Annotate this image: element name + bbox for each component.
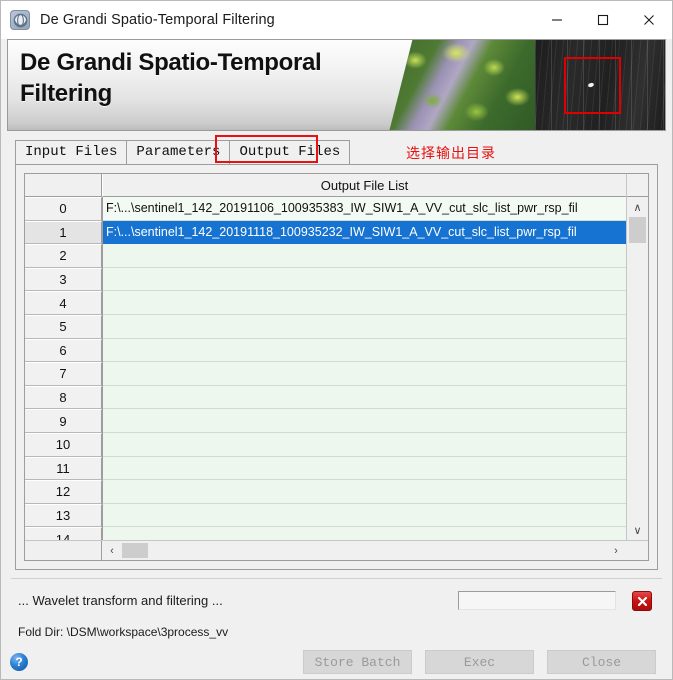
application-window: De Grandi Spatio-Temporal Filtering De G… [0, 0, 673, 680]
output-files-panel: 0 1 2 3 4 5 6 7 8 9 10 11 12 13 14 [15, 164, 658, 570]
table-row[interactable] [103, 338, 626, 363]
scroll-up-icon[interactable]: ∧ [627, 197, 648, 217]
horizontal-scrollbar[interactable]: ‹ › [102, 541, 626, 560]
scrollbar-header-spacer [627, 174, 648, 197]
table-row[interactable] [103, 244, 626, 268]
output-file-table: 0 1 2 3 4 5 6 7 8 9 10 11 12 13 14 [24, 173, 649, 561]
row-number-cell[interactable]: 2 [25, 244, 102, 268]
store-batch-button[interactable]: Store Batch [303, 650, 412, 674]
vertical-scroll-thumb[interactable] [629, 217, 646, 243]
row-number-cell[interactable]: 8 [25, 385, 102, 410]
sar-intensity-thumbnail [535, 40, 665, 130]
fold-dir-label: Fold Dir: \DSM\workspace\3process_vv [18, 625, 229, 639]
footer-button-row: Store Batch Exec Close [303, 650, 656, 674]
vertical-scroll-track[interactable] [627, 217, 648, 520]
table-row[interactable] [103, 432, 626, 457]
status-message: ... Wavelet transform and filtering ... [18, 593, 223, 608]
scroll-down-icon[interactable]: ∨ [627, 520, 648, 540]
table-row[interactable] [103, 503, 626, 528]
row-number-cell[interactable]: 12 [25, 480, 102, 504]
cancel-icon[interactable] [632, 591, 652, 611]
tab-parameters[interactable]: Parameters [126, 140, 231, 164]
horizontal-scrollbar-row: ‹ › [25, 540, 648, 560]
scrollbar-corner [626, 541, 648, 560]
row-number-cell[interactable]: 9 [25, 409, 102, 433]
row-number-column: 0 1 2 3 4 5 6 7 8 9 10 11 12 13 14 [25, 174, 102, 551]
horizontal-scrollbar-spacer [25, 541, 102, 560]
progress-field [458, 591, 616, 610]
table-row[interactable] [103, 362, 626, 386]
window-controls [534, 1, 672, 39]
banner-images [389, 40, 665, 130]
horizontal-scroll-thumb[interactable] [122, 543, 148, 558]
close-dialog-button[interactable]: Close [547, 650, 656, 674]
row-number-cell[interactable]: 13 [25, 503, 102, 528]
close-button[interactable] [626, 1, 672, 39]
row-number-cell[interactable]: 3 [25, 267, 102, 292]
table-row[interactable]: F:\...\sentinel1_142_20191118_100935232_… [103, 220, 626, 245]
globe-icon [10, 10, 30, 30]
table-row[interactable] [103, 480, 626, 504]
table-row[interactable] [103, 456, 626, 481]
table-row[interactable] [103, 291, 626, 315]
row-number-cell[interactable]: 7 [25, 362, 102, 386]
title-bar: De Grandi Spatio-Temporal Filtering [1, 1, 672, 39]
row-number-cell[interactable]: 0 [25, 197, 102, 221]
tab-input-files-label: Input Files [25, 144, 118, 160]
file-list-rows: F:\...\sentinel1_142_20191106_100935383_… [102, 197, 626, 540]
table-row[interactable] [103, 527, 626, 540]
row-number-cell[interactable]: 5 [25, 314, 102, 339]
window-title: De Grandi Spatio-Temporal Filtering [40, 12, 275, 28]
file-list-column: Output File List F:\...\sentinel1_142_20… [102, 174, 626, 540]
tab-parameters-label: Parameters [136, 144, 221, 160]
tab-strip: Input Files Parameters Output Files 选择输出… [15, 135, 672, 164]
row-number-cell[interactable]: 11 [25, 456, 102, 481]
row-number-cell[interactable]: 1 [25, 220, 102, 245]
scroll-right-icon[interactable]: › [606, 545, 626, 557]
scroll-left-icon[interactable]: ‹ [102, 545, 122, 557]
row-number-cell[interactable]: 4 [25, 291, 102, 315]
tab-output-files-label: Output Files [239, 144, 341, 160]
vertical-scrollbar[interactable]: ∧ ∨ [626, 174, 648, 540]
row-number-header [25, 174, 102, 197]
table-row[interactable] [103, 267, 626, 292]
minimize-button[interactable] [534, 1, 580, 39]
table-row[interactable]: F:\...\sentinel1_142_20191106_100935383_… [103, 197, 626, 221]
table-row[interactable] [103, 314, 626, 339]
maximize-button[interactable] [580, 1, 626, 39]
annotation-select-output-directory: 选择输出目录 [406, 146, 496, 162]
row-number-cell[interactable]: 10 [25, 432, 102, 457]
horizontal-scroll-track[interactable] [122, 541, 606, 560]
row-number-cell[interactable]: 6 [25, 338, 102, 363]
banner-title: De Grandi Spatio-Temporal Filtering [20, 49, 322, 107]
column-header-output-file-list: Output File List [102, 174, 626, 197]
table-body: 0 1 2 3 4 5 6 7 8 9 10 11 12 13 14 [25, 174, 648, 551]
tab-input-files[interactable]: Input Files [15, 140, 128, 164]
tab-output-files[interactable]: Output Files [229, 140, 351, 164]
table-row[interactable] [103, 409, 626, 433]
header-banner: De Grandi Spatio-Temporal Filtering [7, 39, 666, 131]
table-row[interactable] [103, 385, 626, 410]
help-icon[interactable]: ? [10, 653, 28, 671]
exec-button[interactable]: Exec [425, 650, 534, 674]
optical-aerial-thumbnail [389, 40, 535, 130]
